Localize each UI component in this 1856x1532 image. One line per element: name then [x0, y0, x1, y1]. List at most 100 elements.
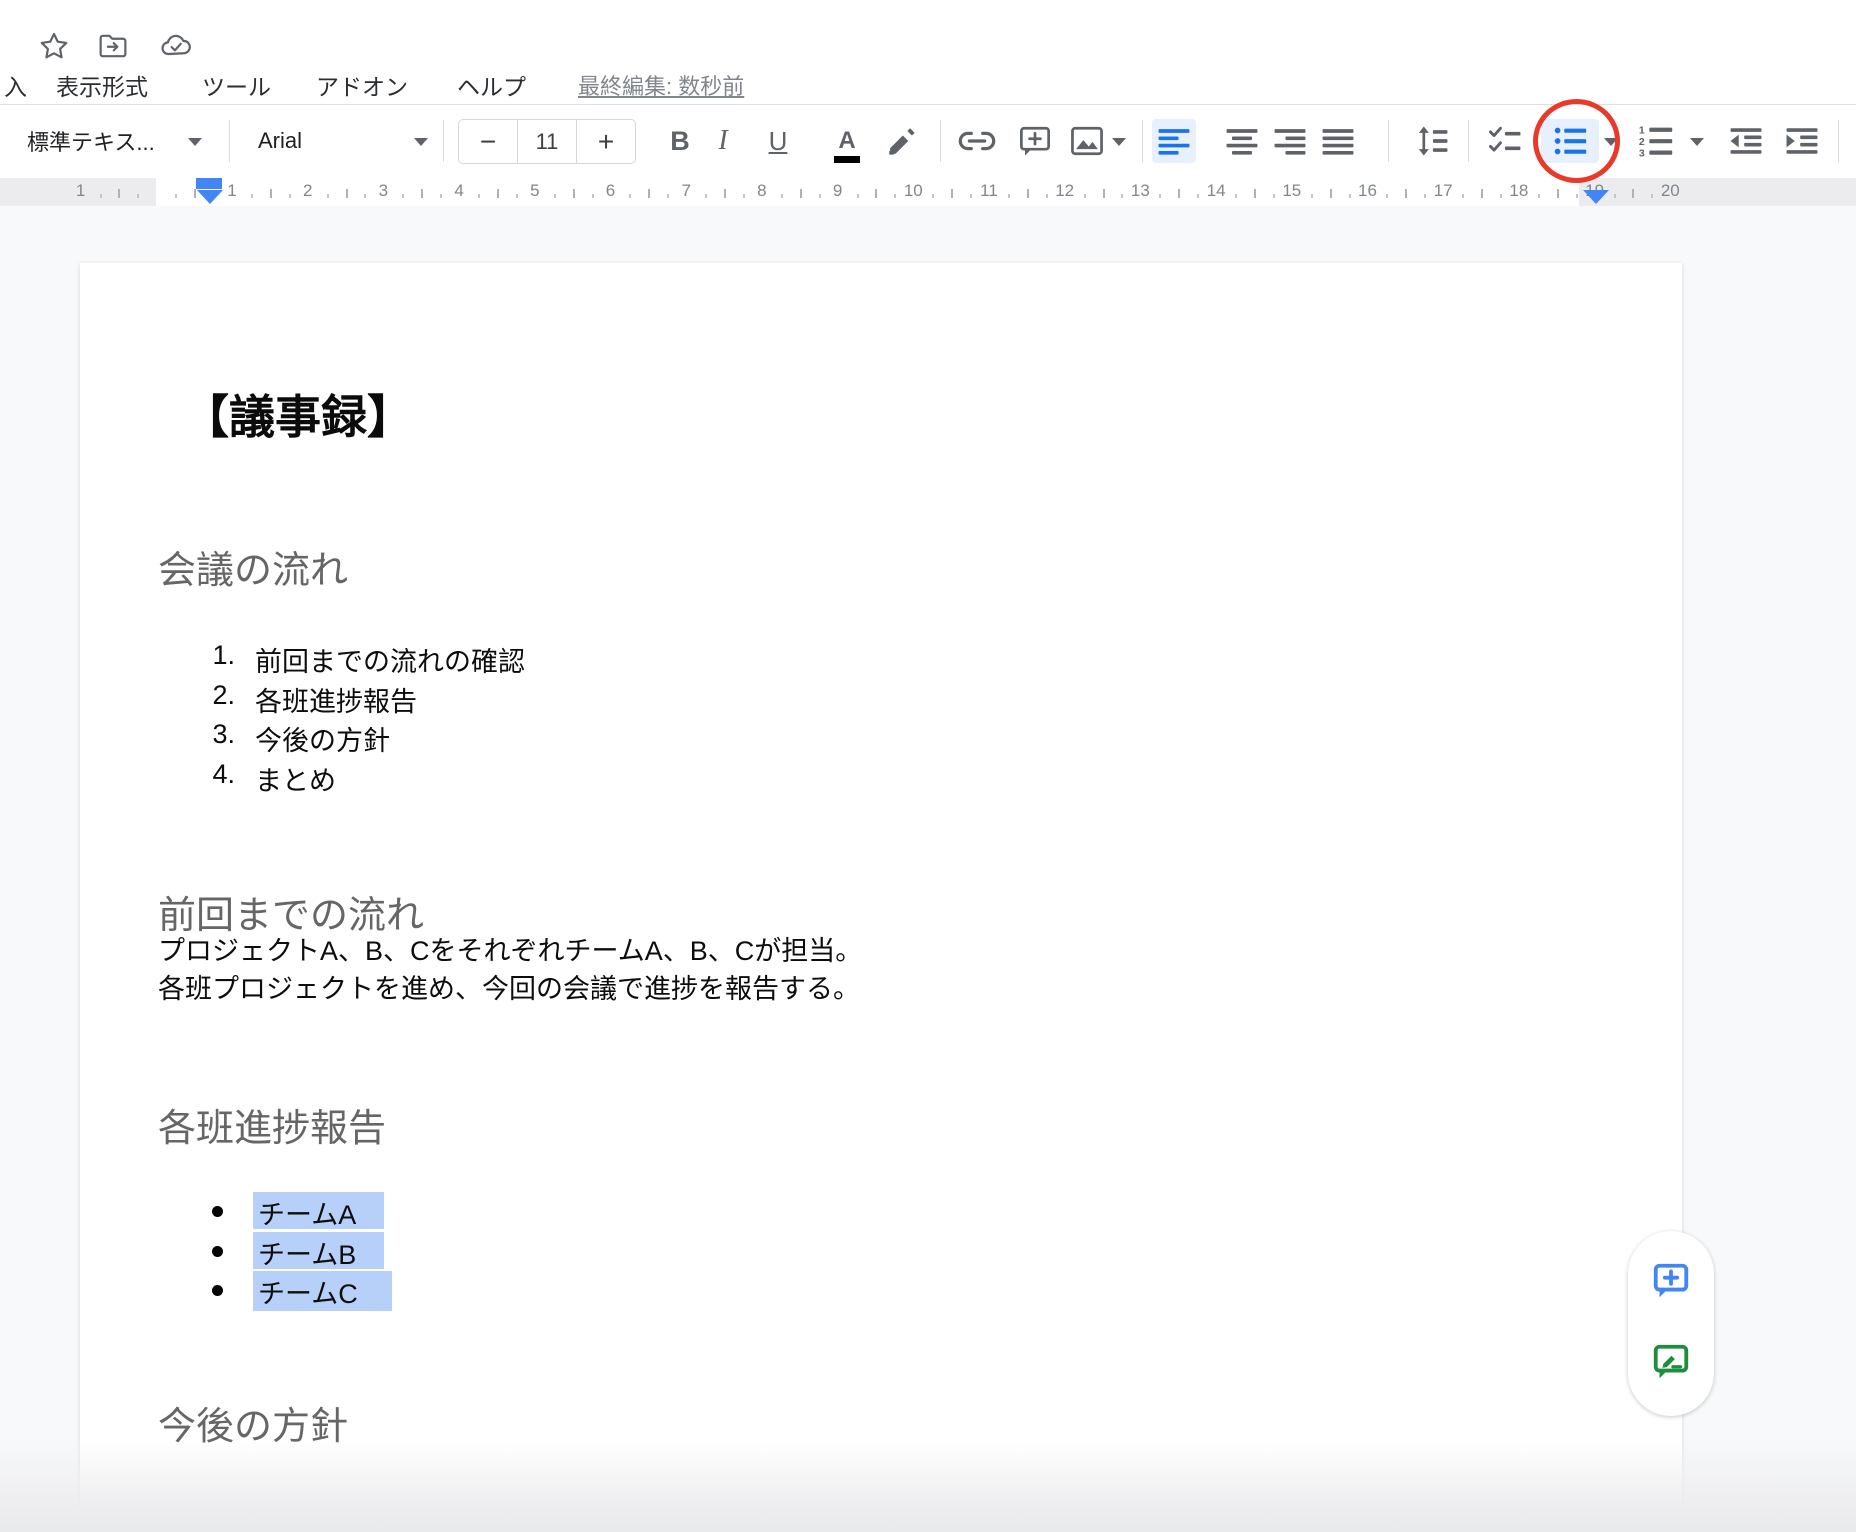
left-indent-marker[interactable] [197, 190, 223, 204]
ruler-tick [175, 194, 177, 198]
paragraph-style-dropdown[interactable]: 標準テキス... [27, 119, 155, 163]
menu-format[interactable]: 表示形式 [56, 68, 148, 102]
ruler-tick [1027, 189, 1029, 198]
ruler-tick [1481, 189, 1483, 198]
justify-button[interactable] [1316, 119, 1360, 163]
decrease-font-size-button[interactable]: − [459, 120, 517, 163]
align-center-button[interactable] [1220, 119, 1264, 163]
ruler-number: 5 [522, 181, 548, 201]
ruler-tick [421, 189, 423, 198]
list-item-text: まとめ [255, 759, 336, 798]
add-comment-button[interactable] [1013, 119, 1057, 163]
increase-indent-button[interactable] [1780, 119, 1824, 163]
increase-font-size-button[interactable]: + [576, 120, 635, 163]
underline-button[interactable]: U [756, 119, 800, 163]
numbered-list-caret-icon[interactable] [1690, 138, 1704, 146]
font-size-control: − 11 + [458, 119, 636, 164]
ruler-number: 12 [1052, 181, 1078, 201]
insert-link-button[interactable] [955, 119, 999, 163]
toolbar-separator [940, 120, 941, 162]
decrease-indent-icon [1726, 121, 1766, 161]
ruler-tick [364, 194, 366, 198]
list-item[interactable]: 1. 前回までの流れの確認 [80, 640, 1682, 680]
list-item[interactable]: チームB [80, 1233, 1682, 1273]
ruler-tick [100, 194, 102, 198]
ruler-tick [781, 194, 783, 198]
bold-icon: B [670, 126, 690, 157]
align-left-icon [1154, 121, 1194, 161]
ruler-tick [1500, 194, 1502, 198]
list-number: 1. [195, 640, 235, 671]
decrease-indent-button[interactable] [1724, 119, 1768, 163]
checklist-button[interactable] [1483, 119, 1527, 163]
underline-icon: U [769, 126, 788, 157]
ruler-number: 16 [1355, 181, 1381, 201]
ruler-tick [327, 194, 329, 198]
previous-paragraph[interactable]: プロジェクトA、B、CをそれぞれチームA、B、Cが担当。 各班プロジェクトを進め… [158, 932, 862, 1008]
bulleted-list-caret-icon[interactable] [1604, 138, 1618, 146]
ruler-tick [1632, 189, 1634, 198]
ruler-tick [402, 194, 404, 198]
list-item[interactable]: 4. まとめ [80, 759, 1682, 799]
ruler-tick [137, 194, 139, 198]
text-color-icon: A [838, 129, 855, 153]
ruler-tick [1273, 194, 1275, 198]
heading-agenda[interactable]: 会議の流れ [158, 539, 348, 594]
font-family-dropdown[interactable]: Arial [258, 119, 302, 163]
ruler-tick [629, 194, 631, 198]
heading-previous[interactable]: 前回までの流れ [158, 884, 424, 939]
align-right-button[interactable] [1268, 119, 1312, 163]
font-size-value[interactable]: 11 [517, 120, 576, 163]
move-folder-icon[interactable] [97, 30, 129, 62]
increase-indent-icon [1782, 121, 1822, 161]
ruler-number: 14 [1203, 181, 1229, 201]
menu-help[interactable]: ヘルプ [457, 68, 526, 102]
star-icon[interactable] [38, 30, 70, 62]
checklist-icon [1485, 121, 1525, 161]
right-indent-marker[interactable] [1583, 190, 1609, 204]
bulleted-list-button[interactable] [1541, 119, 1599, 163]
insert-image-caret-icon[interactable] [1112, 138, 1126, 146]
list-item[interactable]: チームA [80, 1193, 1682, 1233]
heading-progress[interactable]: 各班進捗報告 [158, 1097, 386, 1152]
cloud-saved-icon[interactable] [159, 30, 191, 62]
highlight-color-button[interactable] [879, 119, 923, 163]
numbered-list-button[interactable]: 123 [1634, 119, 1678, 163]
text-color-button[interactable]: A [825, 119, 869, 163]
ruler-number: 3 [370, 181, 396, 201]
bold-button[interactable]: B [658, 119, 702, 163]
list-item[interactable]: 3. 今後の方針 [80, 719, 1682, 759]
font-family-caret-icon[interactable] [414, 138, 428, 146]
menu-addons[interactable]: アドオン [316, 68, 408, 102]
heading-policy[interactable]: 今後の方針 [158, 1395, 348, 1450]
last-edit-link[interactable]: 最終編集: 数秒前 [578, 69, 744, 101]
menu-insert[interactable]: 入 [4, 68, 27, 102]
list-number: 4. [195, 759, 235, 790]
bulleted-list-icon [1549, 120, 1591, 162]
italic-button[interactable]: I [701, 119, 745, 163]
ruler-tick [1576, 194, 1578, 198]
document-page[interactable]: 【議事録】 会議の流れ 1. 前回までの流れの確認 2. 各班進捗報告 3. 今… [80, 263, 1682, 1532]
paragraph-style-caret-icon[interactable] [188, 138, 202, 146]
suggest-edits-button[interactable] [1650, 1341, 1692, 1383]
link-icon [956, 120, 998, 162]
ruler-tick [951, 189, 953, 198]
bullet-icon [212, 1285, 223, 1296]
list-item-text: 今後の方針 [255, 719, 390, 758]
ruler-tick [516, 194, 518, 198]
teams-bullet-list: チームA チームB チームC [80, 1193, 1682, 1312]
insert-image-icon [1067, 121, 1107, 161]
list-item[interactable]: チームC [80, 1272, 1682, 1312]
doc-title[interactable]: 【議事録】 [183, 381, 413, 447]
line-spacing-button[interactable] [1410, 119, 1454, 163]
insert-image-button[interactable] [1065, 119, 1109, 163]
menu-tools[interactable]: ツール [202, 68, 271, 102]
ruler[interactable]: 11234567891011121314151617181920 [0, 178, 1856, 206]
ruler-number: 18 [1506, 181, 1532, 201]
first-line-indent-marker[interactable] [196, 178, 222, 189]
align-left-button[interactable] [1152, 119, 1196, 163]
suggest-pencil-icon [1650, 1341, 1692, 1383]
ruler-tick [819, 194, 821, 198]
list-item[interactable]: 2. 各班進捗報告 [80, 680, 1682, 720]
add-comment-floating-button[interactable] [1650, 1260, 1692, 1302]
